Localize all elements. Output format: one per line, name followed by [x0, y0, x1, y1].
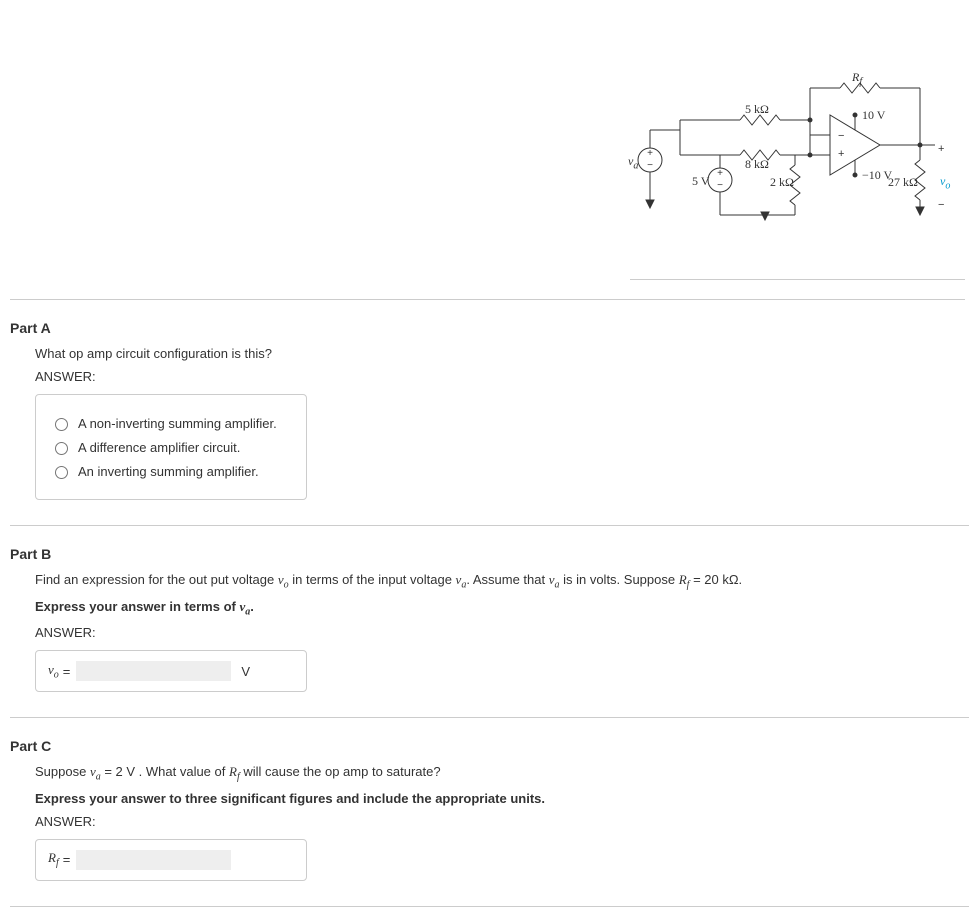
circuit-diagram: + − — [630, 60, 950, 260]
part-b-instr: Express your answer in terms of va. — [35, 599, 969, 618]
choice-3-label: An inverting summing amplifier. — [78, 464, 259, 479]
part-c-question: Suppose va = 2 V . What value of Rf will… — [35, 764, 969, 783]
part-c-eq: = — [63, 852, 71, 867]
svg-text:−: − — [717, 180, 723, 191]
label-8k: 8 kΩ — [745, 157, 769, 172]
part-a-answer-label: ANSWER: — [35, 369, 969, 384]
part-c-input-box: Rf = — [35, 839, 307, 881]
label-27k: 27 kΩ — [888, 175, 918, 190]
svg-text:−: − — [838, 130, 844, 142]
choice-1[interactable]: A non-inverting summing amplifier. — [50, 415, 292, 431]
figure-panel: + − — [630, 0, 965, 280]
label-5k: 5 kΩ — [745, 102, 769, 117]
figure-area: + − — [10, 0, 965, 300]
label-rf: Rf — [852, 70, 862, 87]
part-b-input[interactable] — [76, 661, 231, 681]
choice-3-radio[interactable] — [55, 466, 68, 479]
part-c-instr: Express your answer to three significant… — [35, 791, 969, 806]
part-a-question: What op amp circuit configuration is thi… — [35, 346, 969, 361]
label-5v: 5 V — [692, 174, 709, 189]
label-va: va — [628, 154, 638, 171]
part-c: Part C Suppose va = 2 V . What value of … — [10, 738, 969, 907]
choice-1-label: A non-inverting summing amplifier. — [78, 416, 277, 431]
svg-text:−: − — [647, 160, 653, 171]
part-b-answer-label: ANSWER: — [35, 625, 969, 640]
part-c-title: Part C — [10, 738, 969, 754]
part-b-question: Find an expression for the out put volta… — [35, 572, 969, 591]
part-c-answer-label: ANSWER: — [35, 814, 969, 829]
choice-2-radio[interactable] — [55, 442, 68, 455]
svg-text:+: + — [647, 148, 653, 159]
svg-text:+: + — [717, 168, 723, 179]
part-b-lhs: vo — [48, 662, 59, 681]
label-neg10v: −10 V — [862, 168, 892, 183]
label-2k: 2 kΩ — [770, 175, 794, 190]
part-b-eq: = — [63, 664, 71, 679]
svg-text:−: − — [938, 199, 944, 211]
choice-1-radio[interactable] — [55, 418, 68, 431]
part-a-choices: A non-inverting summing amplifier. A dif… — [35, 394, 307, 500]
part-a-title: Part A — [10, 320, 969, 336]
part-b-input-box: vo = V — [35, 650, 307, 692]
part-a: Part A What op amp circuit configuration… — [10, 320, 969, 526]
choice-2[interactable]: A difference amplifier circuit. — [50, 439, 292, 455]
part-b-title: Part B — [10, 546, 969, 562]
part-b: Part B Find an expression for the out pu… — [10, 546, 969, 718]
svg-text:+: + — [938, 143, 944, 155]
label-vo: vo — [940, 174, 950, 191]
part-c-lhs: Rf — [48, 850, 59, 869]
label-10v: 10 V — [862, 108, 885, 123]
choice-3[interactable]: An inverting summing amplifier. — [50, 463, 292, 479]
choice-2-label: A difference amplifier circuit. — [78, 440, 240, 455]
circuit-svg: + − — [630, 60, 950, 260]
part-c-input[interactable] — [76, 850, 231, 870]
part-b-unit: V — [241, 664, 250, 679]
svg-text:+: + — [838, 148, 844, 160]
